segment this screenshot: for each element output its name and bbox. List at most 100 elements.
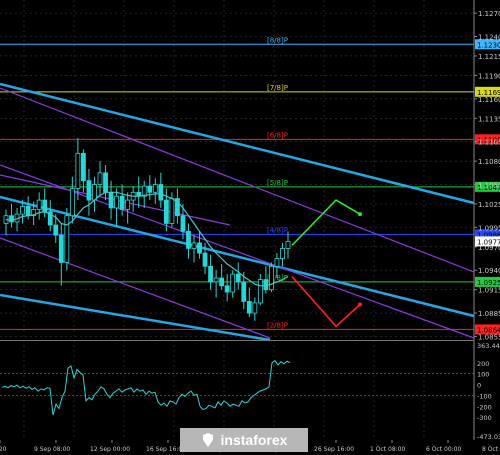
forecast-arrowhead [358,212,362,217]
candle-body [213,277,219,283]
candle-body [180,215,186,232]
candle-body [208,265,213,283]
candle-body [257,279,263,304]
trend-line-upper [0,82,475,205]
price-tick-label: 1.1025 [478,201,500,209]
candle-body [263,279,269,291]
price-tick-label: 1.1215 [478,53,500,61]
candle-body [152,184,158,193]
price-tick-label: 1.1190 [478,72,500,80]
cci-tick-label: 363.4436 [477,342,500,350]
candle-body [103,172,108,193]
cci-tick-label: 100 [477,371,489,379]
date-label: 6 Oct 00:00 [426,446,461,453]
date-label: Sep 2020 [0,446,7,453]
candle-body [186,230,191,249]
candle-body [224,285,230,293]
candle-body [114,195,119,209]
candle-body [252,302,258,314]
candle-body [92,184,97,201]
price-tick-label: 1.0995 [478,224,500,232]
date-label: 26 Sep 16:00 [314,446,354,453]
candle-body [197,242,202,254]
candle-body [42,199,48,213]
chart-window: [8/8]P 1.1230 [7/8]P 1.1169 [6/8]P 1.1108 [5/8… [0,0,500,455]
murray-level-label: [5/8]P [267,179,288,187]
candle-body [202,252,208,267]
channel-line-1 [0,87,475,273]
candle-body [125,199,131,210]
cci-axis: 363.4436 200 100 0 -100 -200 -300 -473.0370 [477,342,500,441]
cci-tick-label: -200 [477,403,492,411]
date-label: 9 Sep 08:00 [34,446,70,453]
price-tick-label: 1.1050 [478,182,500,190]
candle-body [69,188,75,217]
candle-body [285,240,291,249]
price-tick-label: 1.1240 [478,34,500,42]
date-label: 12 Sep 00:00 [90,446,130,453]
cci-line [1,359,291,416]
candle-body [230,273,236,293]
price-chart[interactable]: [8/8]P1.1230[7/8]P1.1169[6/8]P1.1108[5/8… [0,0,500,455]
candle-body [169,198,175,224]
candle-body [75,152,81,189]
cci-tick-label: -473.0370 [477,433,500,441]
candle-body [163,199,169,224]
candle-body [86,180,92,201]
candle-body [97,172,103,185]
price-tick-label: 1.0940 [478,267,500,275]
moving-average-line [5,191,289,287]
forecast-path [291,199,361,246]
price-tick-label: 1.0915 [478,287,500,295]
murray-level-label: [4/8]P [267,226,288,234]
candle-body [274,258,280,267]
candle-body [58,234,64,263]
candle-body [246,300,252,314]
candle-body [81,152,86,182]
murray-level-label: [6/8]P [267,131,288,139]
price-tick-label: 1.0885 [478,310,500,318]
instaforex-logo: instaforex [180,428,308,452]
candlesticks [3,137,291,321]
price-tick-label: 1.0855 [478,333,500,341]
price-tick-label: 1.1105 [478,139,500,147]
cci-indicator [0,359,474,416]
price-tick-label: 1.1080 [478,158,500,166]
candle-body [119,195,125,210]
logo-text: instaforex [220,432,288,448]
candle-body [158,184,164,201]
candle-body [280,248,285,259]
candle-body [36,199,42,210]
murray-level-label: [2/8]P [267,321,288,329]
candle-body [64,215,70,263]
date-label: 8 Oct 16:00 [482,446,500,453]
instaforex-logo-icon [202,433,213,447]
candle-body [53,224,59,236]
price-tick-label: 1.1160 [478,96,500,104]
murray-level-label: [7/8]P [267,84,288,92]
date-label: 1 Oct 08:00 [370,446,405,453]
price-tick-label: 1.1270 [478,10,500,18]
candle-body [191,242,197,249]
pane-separator [0,340,474,341]
murray-level-label: [8/8]P [267,36,288,44]
cci-tick-label: 0 [477,382,481,390]
trend-line-lower [0,293,271,342]
candle-body [108,191,114,209]
forecast-arrowhead [358,302,362,307]
candle-body [147,185,153,193]
current-price-text: 1.0977 [477,238,500,246]
price-tick-label: 1.1135 [478,115,500,123]
candle-body [219,277,225,287]
candle-body [235,273,241,283]
murray-price-text: 1.1230 [477,41,500,49]
candle-body [241,281,247,302]
cci-tick-label: -100 [477,392,492,400]
forecast-arrows [291,199,362,328]
grid [0,0,474,440]
candle-body [269,265,274,291]
cci-tick-label: 200 [477,360,489,368]
candle-body [20,205,25,215]
cci-tick-label: -300 [477,414,492,422]
candle-body [25,205,31,217]
